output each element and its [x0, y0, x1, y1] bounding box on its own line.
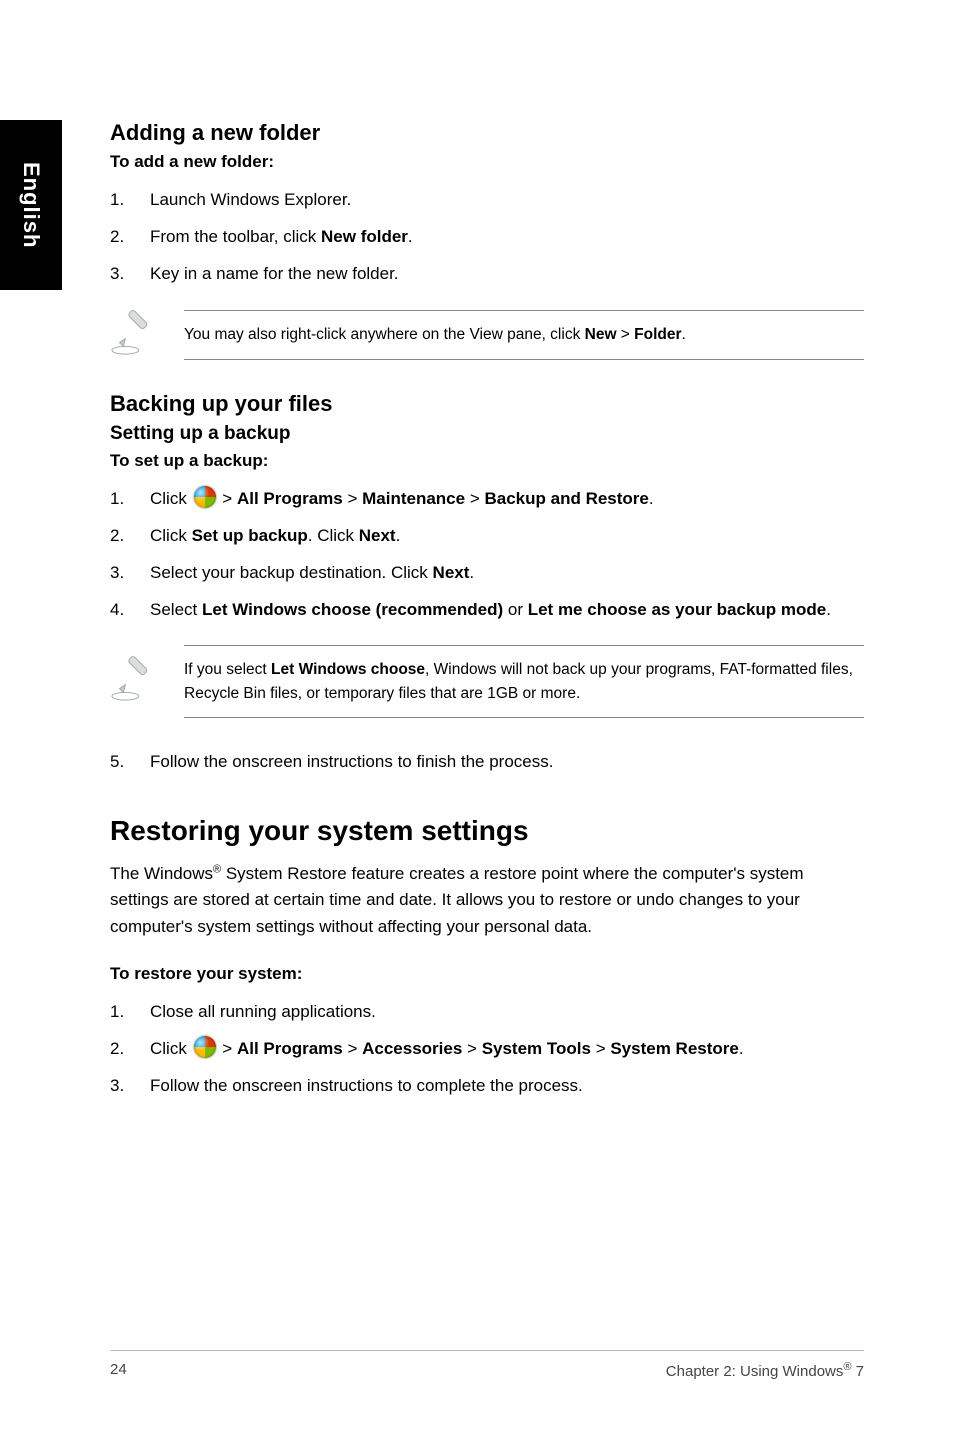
add-folder-step-1: 1. Launch Windows Explorer. — [110, 186, 864, 213]
footer-segment: Chapter 2: Using Windows — [666, 1363, 844, 1380]
step-text-segment: > — [462, 1039, 481, 1058]
step-text-segment: Click — [150, 526, 192, 545]
step-text-bold: Let Windows choose (recommended) — [202, 600, 503, 619]
step-text-segment: > — [218, 1039, 237, 1058]
step-number: 2. — [110, 522, 150, 549]
subsubheading-to-set-up-backup: To set up a backup: — [110, 451, 864, 471]
step-text-segment: Click — [150, 489, 192, 508]
backup-step-5: 5. Follow the onscreen instructions to f… — [110, 748, 864, 775]
step-text-segment: From the toolbar, click — [150, 227, 321, 246]
language-tab-label: English — [18, 162, 44, 248]
add-folder-step-2: 2. From the toolbar, click New folder. — [110, 223, 864, 250]
step-text-bold: Accessories — [362, 1039, 462, 1058]
step-text-segment: . — [826, 600, 831, 619]
note-segment: If you select — [184, 661, 271, 678]
page-number: 24 — [110, 1361, 127, 1380]
step-text: Click Set up backup. Click Next. — [150, 522, 864, 549]
step-text: Click > All Programs > Accessories > Sys… — [150, 1035, 864, 1062]
page-footer: 24 Chapter 2: Using Windows® 7 — [110, 1350, 864, 1380]
step-number: 2. — [110, 1035, 150, 1062]
note-segment: > — [617, 326, 635, 343]
step-text-segment: . — [396, 526, 401, 545]
step-text-segment: . — [649, 489, 654, 508]
step-text-segment: > — [343, 1039, 362, 1058]
windows-start-orb-icon — [194, 486, 216, 508]
step-text-segment: . — [408, 227, 413, 246]
backup-step-3: 3. Select your backup destination. Click… — [110, 559, 864, 586]
step-text-bold: All Programs — [237, 489, 343, 508]
para-segment: The Windows — [110, 864, 213, 883]
pencil-note-icon — [110, 656, 156, 707]
step-text-segment: Select — [150, 600, 202, 619]
heading-backing-up: Backing up your files — [110, 391, 864, 417]
step-text-bold: Next — [433, 563, 470, 582]
step-text-bold: New folder — [321, 227, 408, 246]
step-number: 1. — [110, 485, 150, 512]
chapter-label: Chapter 2: Using Windows® 7 — [666, 1361, 864, 1380]
restore-step-3: 3. Follow the onscreen instructions to c… — [110, 1072, 864, 1099]
step-text: Select Let Windows choose (recommended) … — [150, 596, 864, 623]
step-number: 3. — [110, 260, 150, 287]
note-bold: New — [585, 326, 617, 343]
note-text: You may also right-click anywhere on the… — [184, 310, 864, 359]
restore-step-2: 2. Click > All Programs > Accessories > … — [110, 1035, 864, 1062]
note-bold: Folder — [634, 326, 681, 343]
step-text-segment: Select your backup destination. Click — [150, 563, 433, 582]
subheading-setting-up-backup: Setting up a backup — [110, 423, 864, 445]
add-folder-step-3: 3. Key in a name for the new folder. — [110, 260, 864, 287]
step-text-bold: Next — [359, 526, 396, 545]
step-text: Close all running applications. — [150, 998, 864, 1025]
note-block-add-folder: You may also right-click anywhere on the… — [110, 310, 864, 361]
step-text-segment: . — [469, 563, 474, 582]
step-text-segment: . Click — [308, 526, 359, 545]
step-number: 2. — [110, 223, 150, 250]
note-block-backup: If you select Let Windows choose, Window… — [110, 645, 864, 718]
note-segment: . — [682, 326, 686, 343]
step-text-bold: Let me choose as your backup mode — [528, 600, 827, 619]
heading-restoring-settings: Restoring your system settings — [110, 815, 864, 847]
backup-step-2: 2. Click Set up backup. Click Next. — [110, 522, 864, 549]
step-text-bold: Set up backup — [192, 526, 308, 545]
step-text: Launch Windows Explorer. — [150, 186, 864, 213]
step-text-bold: System Tools — [482, 1039, 591, 1058]
step-number: 3. — [110, 559, 150, 586]
step-number: 4. — [110, 596, 150, 623]
step-number: 5. — [110, 748, 150, 775]
step-text-bold: Backup and Restore — [484, 489, 648, 508]
step-text-segment: > — [343, 489, 362, 508]
windows-start-orb-icon — [194, 1036, 216, 1058]
note-text: If you select Let Windows choose, Window… — [184, 645, 864, 718]
backup-step-1: 1. Click > All Programs > Maintenance > … — [110, 485, 864, 512]
note-bold: Let Windows choose — [271, 661, 425, 678]
step-text: From the toolbar, click New folder. — [150, 223, 864, 250]
step-text-segment: . — [739, 1039, 744, 1058]
step-text: Select your backup destination. Click Ne… — [150, 559, 864, 586]
subheading-to-add-folder: To add a new folder: — [110, 152, 864, 172]
subheading-to-restore: To restore your system: — [110, 964, 864, 984]
step-text: Click > All Programs > Maintenance > Bac… — [150, 485, 864, 512]
step-text: Key in a name for the new folder. — [150, 260, 864, 287]
step-text: Follow the onscreen instructions to fini… — [150, 748, 864, 775]
step-text-segment: > — [218, 489, 237, 508]
pencil-note-icon — [110, 310, 156, 361]
heading-adding-folder: Adding a new folder — [110, 120, 864, 146]
restore-step-1: 1. Close all running applications. — [110, 998, 864, 1025]
step-number: 1. — [110, 998, 150, 1025]
backup-step-4: 4. Select Let Windows choose (recommende… — [110, 596, 864, 623]
note-segment: You may also right-click anywhere on the… — [184, 326, 585, 343]
step-number: 1. — [110, 186, 150, 213]
restore-paragraph: The Windows® System Restore feature crea… — [110, 861, 864, 940]
step-text-segment: or — [503, 600, 528, 619]
footer-segment: 7 — [851, 1363, 864, 1380]
step-text: Follow the onscreen instructions to comp… — [150, 1072, 864, 1099]
step-text-segment: > — [591, 1039, 610, 1058]
step-text-bold: Maintenance — [362, 489, 465, 508]
language-tab: English — [0, 120, 62, 290]
step-text-segment: Click — [150, 1039, 192, 1058]
step-text-bold: System Restore — [610, 1039, 739, 1058]
registered-mark: ® — [213, 863, 221, 875]
step-number: 3. — [110, 1072, 150, 1099]
step-text-segment: > — [465, 489, 484, 508]
step-text-bold: All Programs — [237, 1039, 343, 1058]
